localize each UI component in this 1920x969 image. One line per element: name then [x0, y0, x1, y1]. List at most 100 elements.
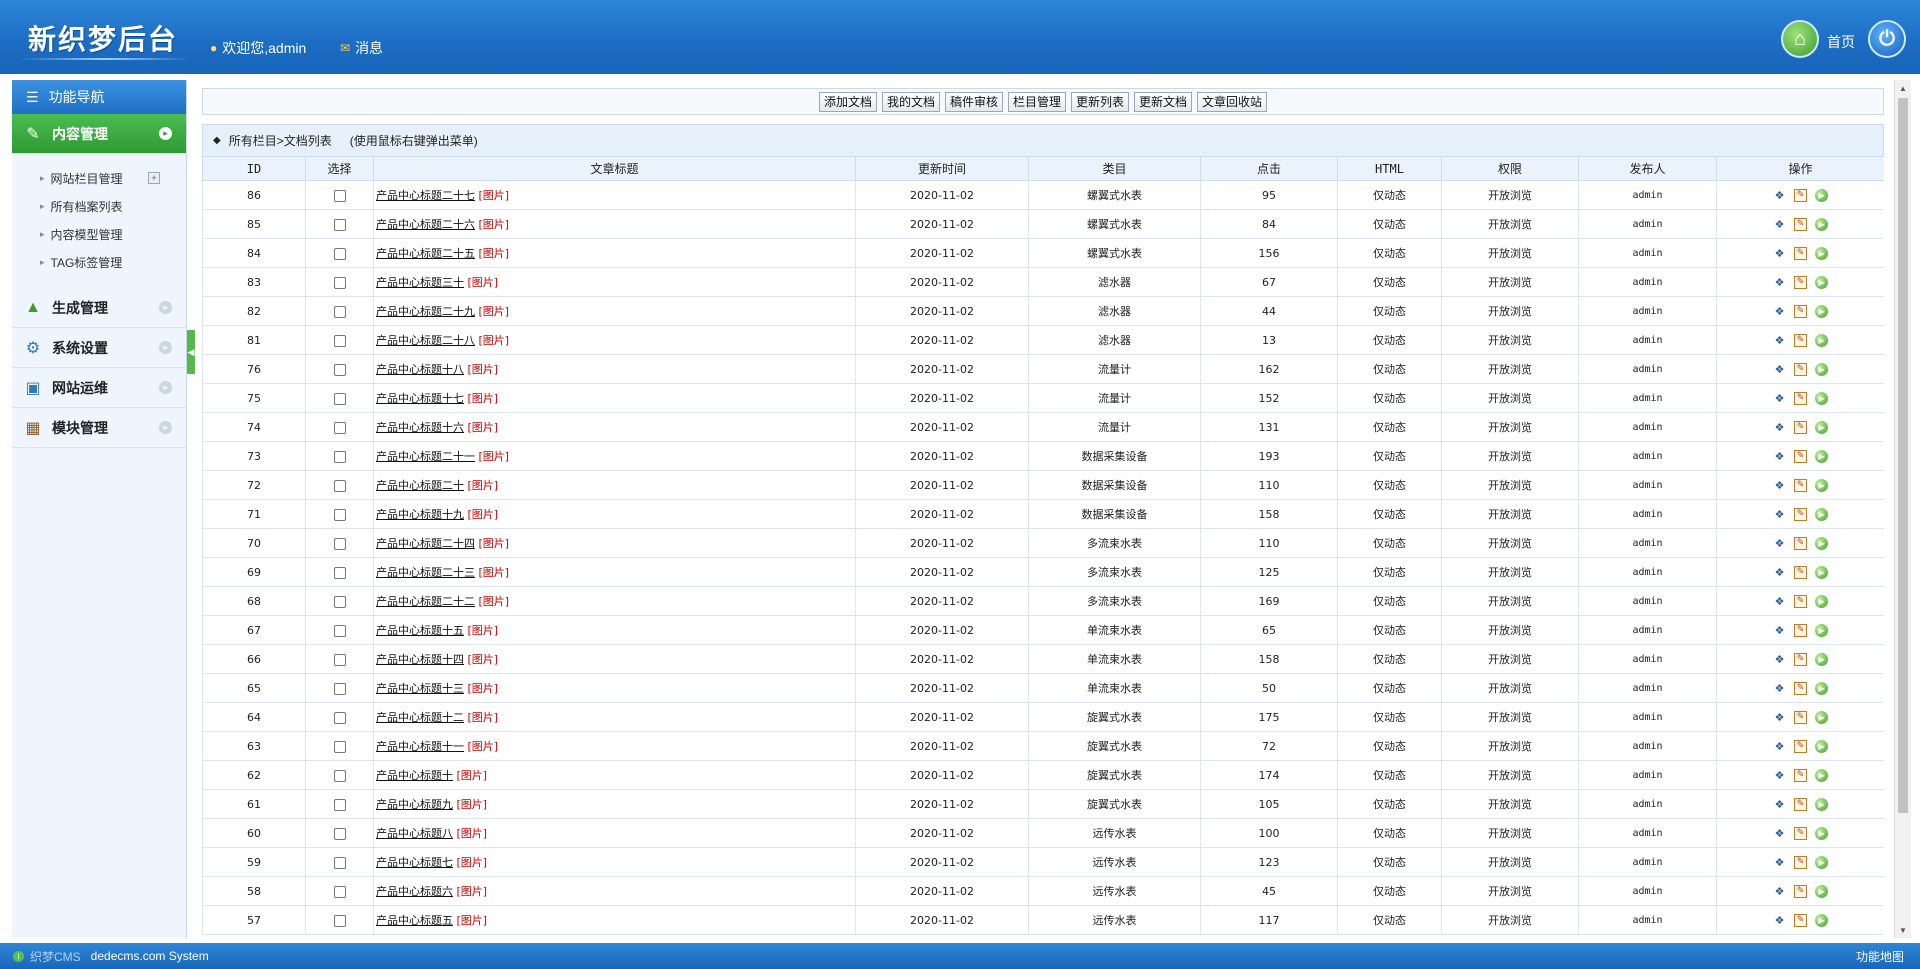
preview-icon[interactable]: ▶ [1815, 855, 1828, 869]
row-checkbox[interactable] [333, 653, 346, 666]
preview-icon[interactable]: ▶ [1815, 333, 1828, 347]
edit-icon[interactable]: ✎ [1794, 420, 1807, 434]
home-button[interactable]: ⌂ [1781, 20, 1819, 58]
cell-category[interactable]: 螺翼式水表 [1028, 209, 1201, 239]
preview-icon[interactable]: ▶ [1815, 652, 1828, 666]
messages-link[interactable]: ✉ 消息 [340, 38, 383, 58]
properties-icon[interactable]: ❖ [1773, 537, 1786, 550]
preview-icon[interactable]: ▶ [1815, 449, 1828, 463]
preview-icon[interactable]: ▶ [1815, 884, 1828, 898]
update-list-button[interactable]: 更新列表 [1071, 91, 1130, 112]
properties-icon[interactable]: ❖ [1773, 189, 1786, 202]
row-checkbox[interactable] [333, 334, 346, 347]
row-checkbox[interactable] [333, 305, 346, 318]
cell-category[interactable]: 螺翼式水表 [1028, 180, 1201, 210]
properties-icon[interactable]: ❖ [1773, 798, 1786, 811]
cell-category[interactable]: 单流束水表 [1028, 644, 1201, 674]
preview-icon[interactable]: ▶ [1815, 536, 1828, 550]
preview-icon[interactable]: ▶ [1815, 913, 1828, 927]
edit-icon[interactable]: ✎ [1794, 449, 1807, 463]
article-title-link[interactable]: 产品中心标题五 [376, 914, 453, 927]
article-title-link[interactable]: 产品中心标题七 [376, 856, 453, 869]
preview-icon[interactable]: ▶ [1815, 768, 1828, 782]
article-title-link[interactable]: 产品中心标题十六 [376, 421, 464, 434]
preview-icon[interactable]: ▶ [1815, 188, 1828, 202]
preview-icon[interactable]: ▶ [1815, 362, 1828, 376]
sidebar-item-column-manage[interactable]: ▸ 网站栏目管理 + [12, 164, 186, 192]
vertical-scrollbar[interactable]: ▲ ▼ [1894, 80, 1911, 938]
preview-icon[interactable]: ▶ [1815, 391, 1828, 405]
cell-category[interactable]: 单流束水表 [1028, 615, 1201, 645]
cell-category[interactable]: 滤水器 [1028, 296, 1201, 326]
cell-category[interactable]: 旋翼式水表 [1028, 789, 1201, 819]
edit-icon[interactable]: ✎ [1794, 188, 1807, 202]
properties-icon[interactable]: ❖ [1773, 450, 1786, 463]
preview-icon[interactable]: ▶ [1815, 217, 1828, 231]
row-checkbox[interactable] [333, 624, 346, 637]
cell-category[interactable]: 旋翼式水表 [1028, 731, 1201, 761]
properties-icon[interactable]: ❖ [1773, 827, 1786, 840]
article-title-link[interactable]: 产品中心标题十 [376, 769, 453, 782]
edit-icon[interactable]: ✎ [1794, 739, 1807, 753]
add-document-button[interactable]: 添加文档 [818, 91, 877, 112]
cell-category[interactable]: 流量计 [1028, 383, 1201, 413]
cell-category[interactable]: 数据采集设备 [1028, 470, 1201, 500]
preview-icon[interactable]: ▶ [1815, 710, 1828, 724]
edit-icon[interactable]: ✎ [1794, 594, 1807, 608]
article-title-link[interactable]: 产品中心标题二十七 [376, 189, 475, 202]
cell-category[interactable]: 滤水器 [1028, 267, 1201, 297]
article-title-link[interactable]: 产品中心标题十九 [376, 508, 464, 521]
edit-icon[interactable]: ✎ [1794, 768, 1807, 782]
preview-icon[interactable]: ▶ [1815, 507, 1828, 521]
row-checkbox[interactable] [333, 537, 346, 550]
edit-icon[interactable]: ✎ [1794, 855, 1807, 869]
edit-icon[interactable]: ✎ [1794, 913, 1807, 927]
article-title-link[interactable]: 产品中心标题十五 [376, 624, 464, 637]
properties-icon[interactable]: ❖ [1773, 421, 1786, 434]
article-title-link[interactable]: 产品中心标题九 [376, 798, 453, 811]
properties-icon[interactable]: ❖ [1773, 711, 1786, 724]
edit-icon[interactable]: ✎ [1794, 710, 1807, 724]
row-checkbox[interactable] [333, 769, 346, 782]
properties-icon[interactable]: ❖ [1773, 653, 1786, 666]
logout-button[interactable]: ⏻ [1868, 20, 1906, 58]
cell-category[interactable]: 流量计 [1028, 354, 1201, 384]
edit-icon[interactable]: ✎ [1794, 217, 1807, 231]
properties-icon[interactable]: ❖ [1773, 885, 1786, 898]
properties-icon[interactable]: ❖ [1773, 363, 1786, 376]
cell-category[interactable]: 远传水表 [1028, 905, 1201, 935]
cell-category[interactable]: 多流束水表 [1028, 586, 1201, 616]
preview-icon[interactable]: ▶ [1815, 826, 1828, 840]
article-title-link[interactable]: 产品中心标题二十三 [376, 566, 475, 579]
edit-icon[interactable]: ✎ [1794, 826, 1807, 840]
article-title-link[interactable]: 产品中心标题二十二 [376, 595, 475, 608]
welcome-user[interactable]: ● 欢迎您,admin [210, 38, 306, 58]
row-checkbox[interactable] [333, 363, 346, 376]
article-title-link[interactable]: 产品中心标题十二 [376, 711, 464, 724]
article-title-link[interactable]: 产品中心标题六 [376, 885, 453, 898]
row-checkbox[interactable] [333, 856, 346, 869]
cell-category[interactable]: 多流束水表 [1028, 528, 1201, 558]
cell-category[interactable]: 数据采集设备 [1028, 499, 1201, 529]
row-checkbox[interactable] [333, 247, 346, 260]
sidebar-item-all-archives[interactable]: ▸ 所有档案列表 [12, 192, 186, 220]
cell-category[interactable]: 远传水表 [1028, 847, 1201, 877]
properties-icon[interactable]: ❖ [1773, 769, 1786, 782]
article-title-link[interactable]: 产品中心标题三十 [376, 276, 464, 289]
scroll-down-icon[interactable]: ▼ [1895, 922, 1911, 938]
edit-icon[interactable]: ✎ [1794, 304, 1807, 318]
scroll-up-icon[interactable]: ▲ [1895, 80, 1911, 96]
row-checkbox[interactable] [333, 508, 346, 521]
edit-icon[interactable]: ✎ [1794, 884, 1807, 898]
review-button[interactable]: 稿件审核 [944, 91, 1003, 112]
article-title-link[interactable]: 产品中心标题二十四 [376, 537, 475, 550]
edit-icon[interactable]: ✎ [1794, 623, 1807, 637]
properties-icon[interactable]: ❖ [1773, 218, 1786, 231]
sidebar-item-tag-manage[interactable]: ▸ TAG标签管理 [12, 248, 186, 276]
article-title-link[interactable]: 产品中心标题二十 [376, 479, 464, 492]
properties-icon[interactable]: ❖ [1773, 508, 1786, 521]
edit-icon[interactable]: ✎ [1794, 797, 1807, 811]
edit-icon[interactable]: ✎ [1794, 507, 1807, 521]
edit-icon[interactable]: ✎ [1794, 681, 1807, 695]
row-checkbox[interactable] [333, 479, 346, 492]
